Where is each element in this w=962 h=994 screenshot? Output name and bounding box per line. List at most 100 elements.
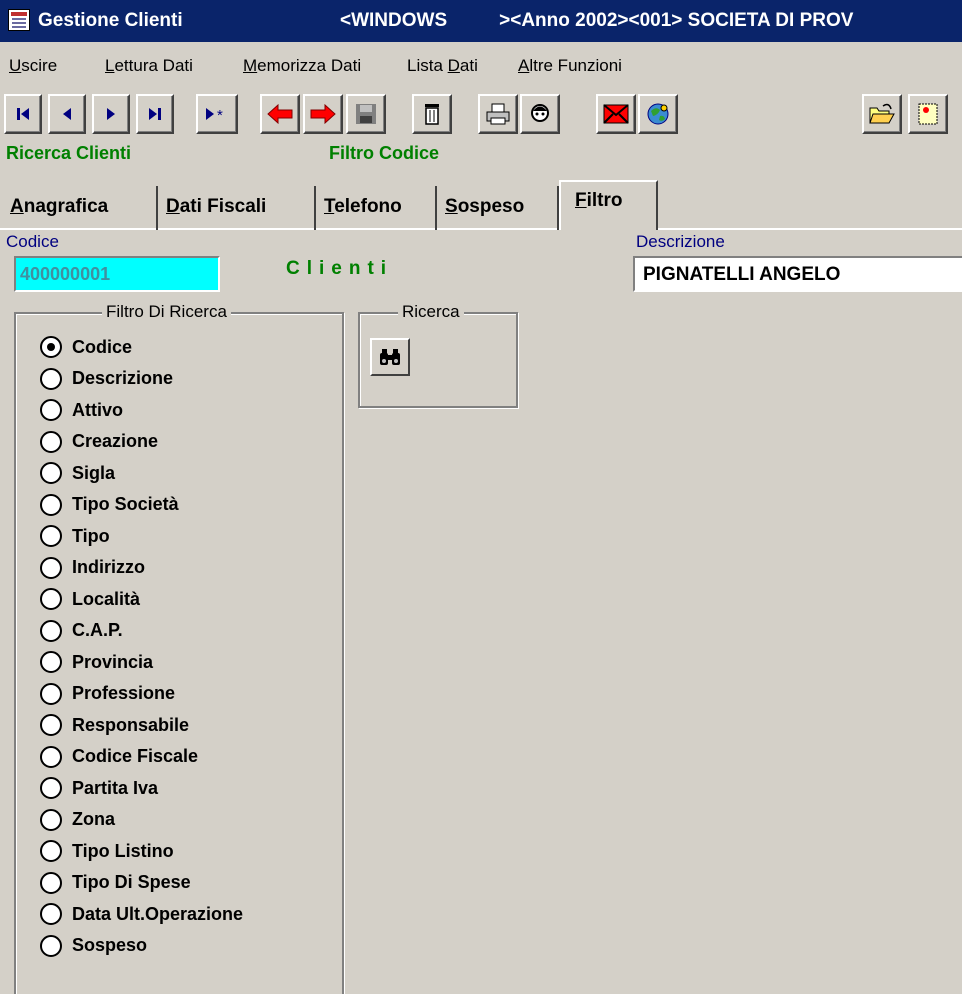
radio-option[interactable]: Tipo bbox=[40, 521, 110, 551]
tab-filtro-label: iltro bbox=[586, 190, 623, 211]
menu-lista-mnemonic: D bbox=[447, 56, 460, 75]
redo-button[interactable] bbox=[303, 94, 343, 134]
radio-option[interactable]: Sospeso bbox=[40, 931, 147, 961]
radio-option[interactable]: Descrizione bbox=[40, 364, 173, 394]
radio-option-label: Professione bbox=[72, 683, 176, 703]
status-mode: Ricerca Clienti bbox=[6, 143, 132, 163]
radio-option-label: Tipo Listino bbox=[72, 840, 174, 861]
radio-circle-icon[interactable] bbox=[40, 399, 62, 421]
radio-option[interactable]: Località bbox=[40, 584, 140, 614]
previous-record-button[interactable] bbox=[48, 94, 86, 134]
radio-option[interactable]: Zona bbox=[40, 805, 115, 835]
radio-option[interactable]: Codice Fiscale bbox=[40, 742, 198, 772]
tab-filtro-mnemonic: F bbox=[575, 190, 587, 211]
radio-option[interactable]: Attivo bbox=[40, 395, 123, 425]
radio-circle-icon[interactable] bbox=[40, 367, 62, 390]
menu-lettura-dati[interactable]: Lettura Dati bbox=[105, 56, 193, 76]
window-context: <WINDOWS ><Anno 2002><001> SOCIETA DI PRO… bbox=[340, 10, 853, 32]
radio-circle-icon[interactable] bbox=[40, 934, 62, 957]
descrizione-field[interactable]: PIGNATELLI ANGELO bbox=[633, 256, 962, 292]
delete-button[interactable] bbox=[412, 94, 452, 134]
tab-anagrafica[interactable]: Anagrafica bbox=[2, 186, 158, 230]
radio-circle-icon[interactable] bbox=[40, 808, 62, 831]
radio-option-label: Indirizzo bbox=[72, 557, 145, 577]
radio-circle-icon[interactable] bbox=[40, 556, 62, 579]
codice-label: Codice bbox=[6, 232, 59, 251]
new-record-icon: * bbox=[206, 107, 223, 122]
radio-option-label: Descrizione bbox=[72, 368, 174, 388]
radio-circle-icon[interactable] bbox=[40, 493, 62, 516]
radio-circle-icon[interactable] bbox=[40, 462, 62, 484]
menu-lista-prefix: Lista bbox=[407, 56, 448, 75]
radio-circle-icon[interactable] bbox=[40, 525, 62, 547]
contact-button[interactable] bbox=[520, 94, 560, 134]
new-record-button[interactable]: * bbox=[196, 94, 238, 134]
menu-memorizza-dati[interactable]: Memorizza Dati bbox=[243, 56, 361, 76]
radio-option[interactable]: Partita Iva bbox=[40, 773, 158, 803]
first-record-button[interactable] bbox=[4, 94, 42, 134]
undo-button[interactable] bbox=[260, 94, 300, 134]
radio-circle-icon[interactable] bbox=[40, 336, 62, 358]
next-record-button[interactable] bbox=[92, 94, 130, 134]
radio-circle-icon[interactable] bbox=[40, 871, 62, 894]
menu-memorizza-label: emorizza Dati bbox=[257, 56, 362, 75]
radio-circle-icon[interactable] bbox=[40, 651, 62, 673]
tab-telefono-label: elefono bbox=[334, 196, 402, 217]
note-button[interactable] bbox=[908, 94, 948, 134]
radio-circle-icon[interactable] bbox=[40, 619, 62, 642]
menu-uscire[interactable]: Uscire bbox=[9, 56, 57, 76]
radio-option[interactable]: Data Ult.Operazione bbox=[40, 899, 243, 929]
radio-option[interactable]: Creazione bbox=[40, 427, 158, 457]
radio-option[interactable]: Provincia bbox=[40, 647, 153, 677]
svg-text:*: * bbox=[217, 107, 223, 122]
floppy-icon bbox=[356, 104, 376, 124]
radio-option[interactable]: Tipo Società bbox=[40, 490, 179, 520]
codice-field[interactable]: 400000001 bbox=[14, 256, 220, 292]
radio-circle-icon[interactable] bbox=[40, 777, 62, 799]
radio-circle-icon[interactable] bbox=[40, 745, 62, 768]
trash-icon bbox=[425, 104, 439, 125]
note-icon bbox=[918, 103, 938, 125]
radio-circle-icon[interactable] bbox=[40, 714, 62, 736]
menu-altre-funzioni[interactable]: Altre Funzioni bbox=[518, 56, 622, 76]
radio-option-label: Partita Iva bbox=[72, 777, 159, 798]
radio-option[interactable]: C.A.P. bbox=[40, 616, 123, 646]
folder-open-icon bbox=[869, 103, 895, 124]
radio-option[interactable]: Sigla bbox=[40, 458, 115, 488]
descrizione-label: Descrizione bbox=[636, 232, 725, 251]
radio-circle-icon[interactable] bbox=[40, 840, 62, 862]
menu-altre-label: ltre Funzioni bbox=[529, 56, 622, 75]
ricerca-group: Ricerca bbox=[358, 302, 518, 408]
clienti-label: Clienti bbox=[286, 258, 394, 279]
radio-option[interactable]: Codice bbox=[40, 332, 132, 362]
menu-altre-mnemonic: A bbox=[518, 56, 530, 75]
radio-option[interactable]: Professione bbox=[40, 679, 175, 709]
tab-dati-fiscali[interactable]: Dati Fiscali bbox=[158, 186, 316, 230]
radio-option[interactable]: Indirizzo bbox=[40, 553, 145, 583]
tab-sospeso[interactable]: Sospeso bbox=[437, 186, 559, 230]
context-system: <WINDOWS bbox=[340, 10, 448, 31]
radio-option[interactable]: Responsabile bbox=[40, 710, 189, 740]
radio-circle-icon[interactable] bbox=[40, 682, 62, 705]
ricerca-legend: Ricerca bbox=[398, 302, 464, 322]
tab-filtro[interactable]: Filtro bbox=[559, 180, 658, 232]
previous-record-icon bbox=[63, 108, 71, 120]
web-button[interactable] bbox=[638, 94, 678, 134]
search-button[interactable] bbox=[370, 338, 410, 376]
save-button[interactable] bbox=[346, 94, 386, 134]
radio-option[interactable]: Tipo Di Spese bbox=[40, 868, 191, 898]
tab-telefono[interactable]: Telefono bbox=[316, 186, 437, 230]
email-button[interactable] bbox=[596, 94, 636, 134]
radio-option-label: Data Ult.Operazione bbox=[72, 903, 244, 924]
menu-lista-dati[interactable]: Lista Dati bbox=[407, 56, 478, 76]
radio-option-label: Tipo bbox=[72, 525, 110, 546]
radio-circle-icon[interactable] bbox=[40, 903, 62, 925]
last-record-button[interactable] bbox=[136, 94, 174, 134]
filtro-legend: Filtro Di Ricerca bbox=[102, 302, 231, 322]
radio-option[interactable]: Tipo Listino bbox=[40, 836, 174, 866]
radio-circle-icon[interactable] bbox=[40, 430, 62, 453]
radio-circle-icon[interactable] bbox=[40, 588, 62, 610]
open-folder-button[interactable] bbox=[862, 94, 902, 134]
last-record-icon bbox=[149, 108, 161, 120]
print-button[interactable] bbox=[478, 94, 518, 134]
